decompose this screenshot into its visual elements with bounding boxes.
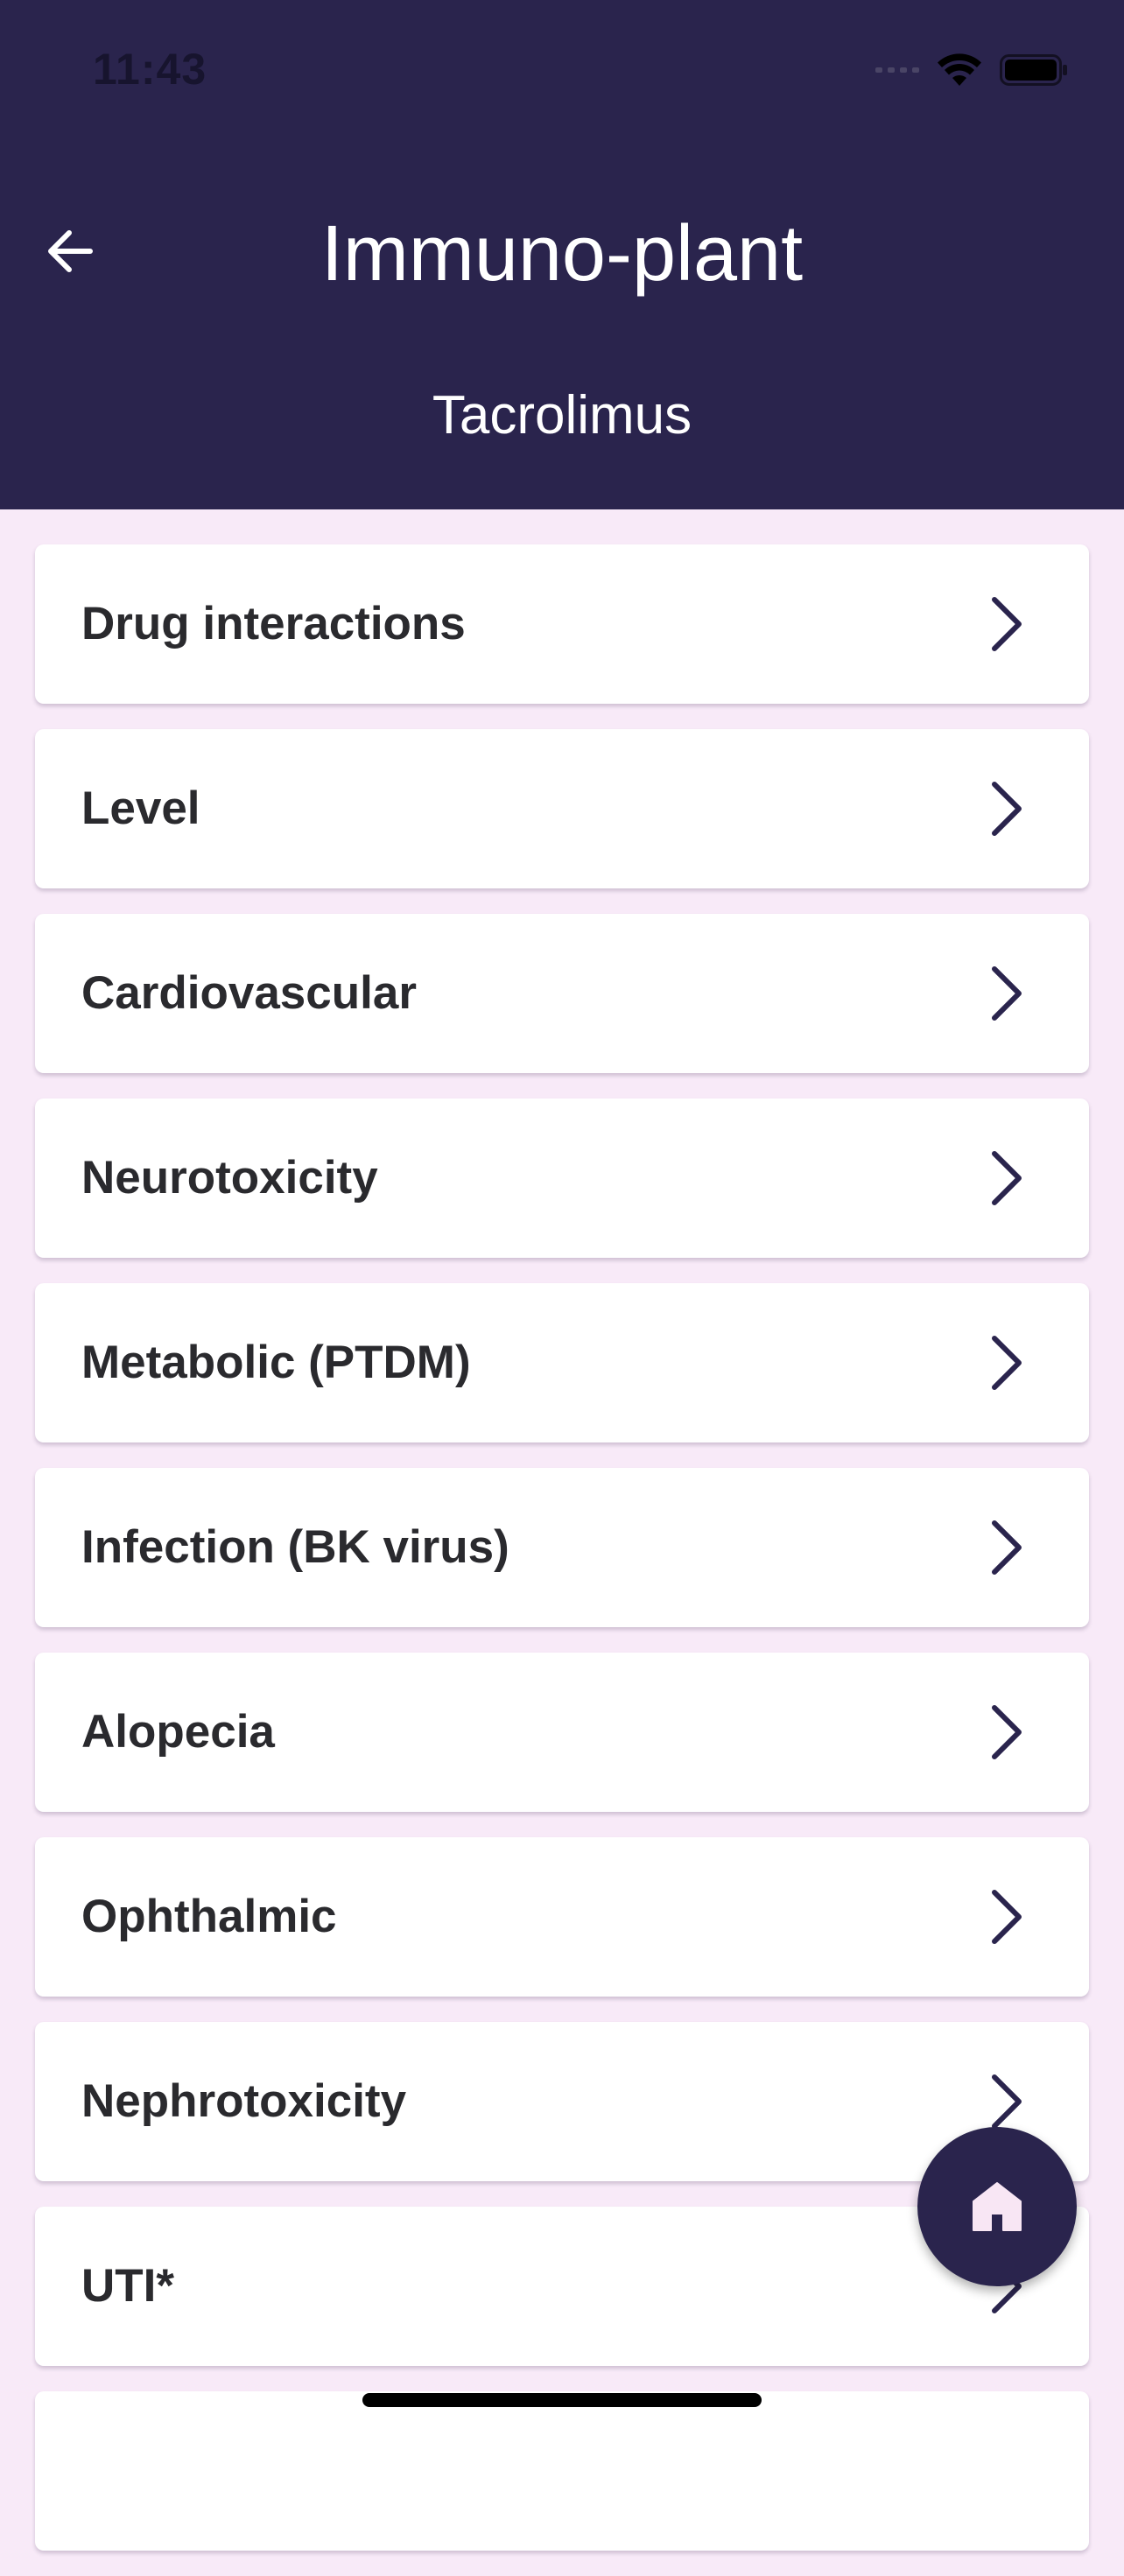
list-item-metabolic[interactable]: Metabolic (PTDM) bbox=[35, 1283, 1089, 1442]
home-indicator[interactable] bbox=[362, 2393, 762, 2407]
status-icons bbox=[875, 51, 1068, 89]
list-item-label: Nephrotoxicity bbox=[81, 2075, 407, 2127]
list-item-label: Drug interactions bbox=[81, 598, 466, 649]
list-item-label: Infection (BK virus) bbox=[81, 1521, 509, 1573]
list-item-infection[interactable]: Infection (BK virus) bbox=[35, 1468, 1089, 1627]
list-item-label: Metabolic (PTDM) bbox=[81, 1337, 471, 1388]
chevron-right-icon bbox=[992, 1520, 1022, 1575]
app-bar: 11:43 Immuno-plant Tacrolimus bbox=[0, 0, 1124, 509]
status-time: 11:43 bbox=[93, 45, 207, 94]
cellular-signal-icon bbox=[875, 67, 919, 73]
chevron-right-icon bbox=[992, 1705, 1022, 1759]
topic-list: Drug interactions Level Cardiovascular N… bbox=[35, 544, 1089, 2576]
chevron-right-icon bbox=[992, 782, 1022, 836]
list-item-alopecia[interactable]: Alopecia bbox=[35, 1653, 1089, 1812]
chevron-right-icon bbox=[992, 1151, 1022, 1205]
home-button[interactable] bbox=[917, 2127, 1077, 2286]
list-item-cardiovascular[interactable]: Cardiovascular bbox=[35, 914, 1089, 1073]
list-item-label: Cardiovascular bbox=[81, 967, 417, 1019]
list-item-level[interactable]: Level bbox=[35, 729, 1089, 888]
list-item-drug-interactions[interactable]: Drug interactions bbox=[35, 544, 1089, 704]
list-item-label: Alopecia bbox=[81, 1706, 275, 1758]
list-item-label: Neurotoxicity bbox=[81, 1152, 378, 1204]
chevron-right-icon bbox=[992, 1890, 1022, 1944]
battery-icon bbox=[1000, 54, 1067, 86]
list-item-label: Ophthalmic bbox=[81, 1891, 337, 1942]
home-icon bbox=[973, 2182, 1022, 2231]
chevron-right-icon bbox=[992, 2074, 1022, 2129]
list-item-label: UTI* bbox=[81, 2260, 174, 2312]
list-item-nephrotoxicity[interactable]: Nephrotoxicity bbox=[35, 2022, 1089, 2181]
chevron-right-icon bbox=[992, 1336, 1022, 1390]
page-subtitle: Tacrolimus bbox=[432, 385, 692, 446]
list-item-ophthalmic[interactable]: Ophthalmic bbox=[35, 1837, 1089, 1997]
chevron-right-icon bbox=[992, 966, 1022, 1021]
wifi-icon bbox=[938, 53, 981, 86]
list-item-label: Level bbox=[81, 783, 200, 834]
chevron-right-icon bbox=[992, 597, 1022, 651]
list-item-neurotoxicity[interactable]: Neurotoxicity bbox=[35, 1098, 1089, 1258]
page-title: Immuno-plant bbox=[320, 210, 804, 298]
list-item-partial[interactable] bbox=[35, 2391, 1089, 2551]
